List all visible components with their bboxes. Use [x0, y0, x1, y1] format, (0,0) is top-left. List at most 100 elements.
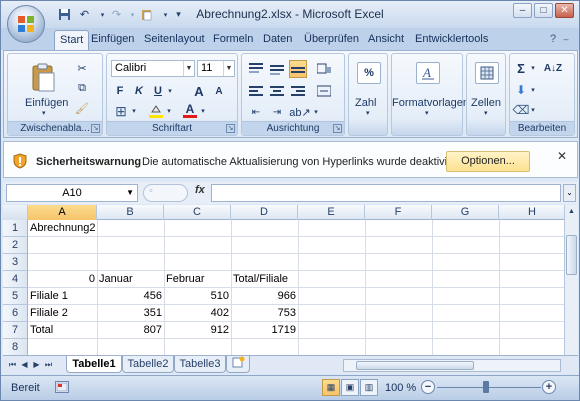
sheet-tab-tabelle1[interactable]: Tabelle1: [66, 356, 122, 373]
copy-icon[interactable]: ⧉: [74, 80, 90, 96]
row-header-3[interactable]: 3: [3, 254, 28, 271]
align-middle-icon[interactable]: [268, 60, 286, 78]
increase-indent-icon[interactable]: ⇥: [268, 104, 286, 120]
expand-formula-bar-icon[interactable]: ⌄: [563, 184, 576, 202]
sort-filter-icon[interactable]: A↓Z: [543, 60, 563, 76]
tab-entwicklertools[interactable]: Entwicklertools: [415, 33, 488, 45]
cell-d7[interactable]: 1719: [231, 322, 298, 339]
column-header-a[interactable]: A: [28, 205, 97, 220]
autosum-dropdown-icon[interactable]: ▾: [529, 60, 537, 76]
row-header-1[interactable]: 1: [3, 220, 28, 237]
fill-icon[interactable]: ⬇: [514, 82, 528, 98]
name-box[interactable]: A10 ▼: [6, 184, 138, 202]
row-header-7[interactable]: 7: [3, 322, 28, 339]
grow-font-button[interactable]: A: [191, 83, 207, 99]
row-header-6[interactable]: 6: [3, 305, 28, 322]
office-button[interactable]: [7, 5, 45, 43]
merge-center-icon[interactable]: [315, 82, 333, 100]
page-layout-view-icon[interactable]: ▣: [341, 379, 359, 396]
paste-big-icon[interactable]: [30, 62, 58, 94]
zoom-slider-thumb[interactable]: [483, 381, 489, 393]
column-header-e[interactable]: E: [298, 205, 365, 220]
bold-button[interactable]: F: [112, 83, 128, 99]
tab-ueberpruefen[interactable]: Überprüfen: [304, 33, 359, 45]
clear-icon[interactable]: ⌫: [513, 102, 530, 118]
horizontal-scrollbar[interactable]: [343, 359, 561, 372]
tab-ansicht[interactable]: Ansicht: [368, 33, 404, 45]
sheet-tab-tabelle3[interactable]: Tabelle3: [174, 356, 226, 373]
tab-start[interactable]: Start: [54, 30, 90, 50]
cell-c6[interactable]: 402: [164, 305, 231, 322]
cells-dropdown-icon[interactable]: ▾: [484, 109, 488, 117]
styles-label[interactable]: Formatvorlagen: [392, 97, 469, 109]
autosum-icon[interactable]: Σ: [514, 60, 528, 76]
borders-icon[interactable]: ⊞: [112, 103, 130, 119]
cell-c7[interactable]: 912: [164, 322, 231, 339]
styles-icon[interactable]: A: [416, 62, 440, 84]
font-color-button[interactable]: A: [181, 103, 199, 119]
clear-dropdown-icon[interactable]: ▾: [529, 102, 537, 118]
styles-dropdown-icon[interactable]: ▾: [425, 109, 429, 117]
cell-d6[interactable]: 753: [231, 305, 298, 322]
cell-b5[interactable]: 456: [97, 288, 164, 305]
chevron-down-icon[interactable]: ▼: [223, 61, 234, 76]
tab-formeln[interactable]: Formeln: [213, 33, 253, 45]
number-dropdown-icon[interactable]: ▾: [366, 109, 370, 117]
column-header-h[interactable]: H: [499, 205, 566, 220]
borders-dropdown-icon[interactable]: ▾: [130, 103, 138, 119]
cells-label[interactable]: Zellen: [471, 97, 501, 109]
prev-sheet-icon[interactable]: ◀: [20, 359, 29, 370]
ribbon-minimize-icon[interactable]: –: [559, 32, 573, 46]
normal-view-icon[interactable]: ▦: [322, 379, 340, 396]
column-header-c[interactable]: C: [164, 205, 231, 220]
chevron-down-icon[interactable]: ▼: [126, 185, 134, 201]
zoom-out-button[interactable]: −: [421, 380, 435, 394]
cell-c4[interactable]: Februar: [164, 271, 231, 288]
shrink-font-button[interactable]: A: [211, 83, 227, 99]
tab-daten[interactable]: Daten: [263, 33, 292, 45]
format-painter-icon[interactable]: 🖌: [74, 100, 90, 116]
paste-dropdown-icon[interactable]: ▾: [42, 109, 46, 117]
percent-icon[interactable]: %: [357, 62, 381, 84]
alignment-dialog-launcher[interactable]: ↘: [333, 124, 342, 133]
cell-a1[interactable]: Abrechnung2: [28, 220, 97, 237]
cells-icon[interactable]: [475, 62, 499, 84]
clipboard-dialog-launcher[interactable]: ↘: [91, 124, 100, 133]
italic-button[interactable]: K: [131, 83, 147, 99]
row-header-2[interactable]: 2: [3, 237, 28, 254]
cell-d4[interactable]: Total/Filiale: [231, 271, 298, 288]
close-security-bar-icon[interactable]: ✕: [557, 149, 567, 163]
cell-a7[interactable]: Total: [28, 322, 97, 339]
cell-a6[interactable]: Filiale 2: [28, 305, 97, 322]
cell-d5[interactable]: 966: [231, 288, 298, 305]
help-icon[interactable]: ?: [546, 32, 560, 46]
cell-b4[interactable]: Januar: [97, 271, 164, 288]
macro-record-icon[interactable]: [55, 381, 69, 393]
text-rotate-icon[interactable]: ab↗: [289, 104, 311, 120]
sheet-tab-tabelle2[interactable]: Tabelle2: [122, 356, 174, 373]
last-sheet-icon[interactable]: ⏭: [44, 359, 53, 370]
zoom-in-button[interactable]: +: [542, 380, 556, 394]
row-header-5[interactable]: 5: [3, 288, 28, 305]
decrease-indent-icon[interactable]: ⇤: [247, 104, 265, 120]
select-all-corner[interactable]: [3, 205, 28, 220]
zoom-level[interactable]: 100 %: [385, 382, 416, 394]
column-header-b[interactable]: B: [97, 205, 164, 220]
scroll-up-icon[interactable]: ▲: [566, 206, 577, 218]
chevron-down-icon[interactable]: ▼: [183, 61, 194, 76]
column-header-f[interactable]: F: [365, 205, 432, 220]
row-header-4[interactable]: 4: [3, 271, 28, 288]
fill-dropdown-icon[interactable]: ▾: [529, 82, 537, 98]
fill-color-icon[interactable]: [147, 103, 165, 119]
number-label[interactable]: Zahl: [355, 97, 376, 109]
column-header-d[interactable]: D: [231, 205, 298, 220]
fill-color-dropdown-icon[interactable]: ▾: [165, 103, 173, 119]
maximize-button[interactable]: □: [534, 3, 553, 18]
font-dialog-launcher[interactable]: ↘: [226, 124, 235, 133]
row-header-8[interactable]: 8: [3, 339, 28, 355]
zoom-slider[interactable]: [437, 387, 541, 388]
paste-label[interactable]: Einfügen: [25, 97, 68, 109]
vertical-scrollbar[interactable]: ▲: [564, 205, 578, 355]
close-button[interactable]: ✕: [555, 3, 574, 18]
minimize-button[interactable]: –: [513, 3, 532, 18]
